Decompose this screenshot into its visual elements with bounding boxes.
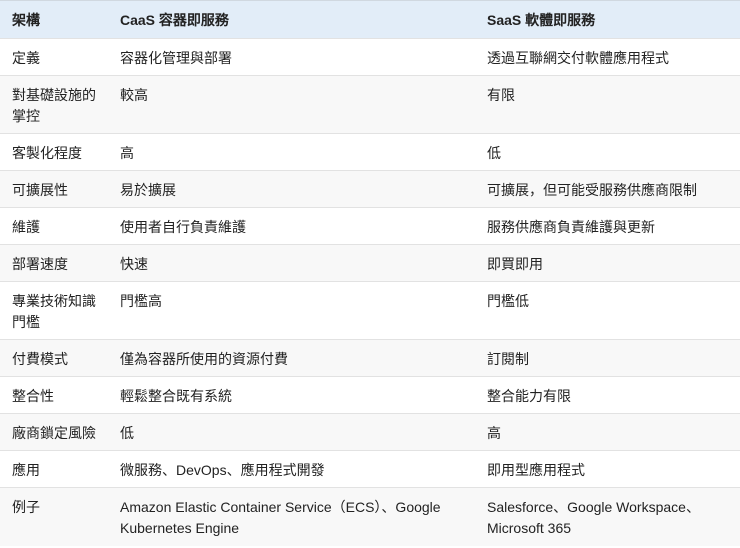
table-row: 例子 Amazon Elastic Container Service（ECS）、… — [0, 487, 740, 546]
table-cell: 低 — [475, 133, 740, 171]
table-cell: 整合性 — [0, 376, 108, 414]
table-row: 客製化程度高低 — [0, 133, 740, 171]
table-cell: Salesforce、Google Workspace、Microsoft 36… — [475, 487, 740, 546]
table-cell: 微服務、DevOps、應用程式開發 — [108, 450, 475, 488]
table-cell: 例子 — [0, 487, 108, 546]
table-cell: 定義 — [0, 38, 108, 76]
table-cell: 服務供應商負責維護與更新 — [475, 207, 740, 245]
table-cell: 門檻高 — [108, 281, 475, 340]
table-cell: 即買即用 — [475, 244, 740, 282]
table-row: 對基礎設施的掌控 較高 有限 — [0, 75, 740, 134]
table-cell: 易於擴展 — [108, 170, 475, 208]
table-row: 可擴展性 易於擴展 可擴展，但可能受服務供應商限制 — [0, 170, 740, 208]
header-cell: CaaS 容器即服務 — [108, 0, 475, 39]
header-row: 架構 CaaS 容器即服務 SaaS 軟體即服務 — [0, 0, 740, 39]
table-cell: 高 — [108, 133, 475, 171]
table-cell: 容器化管理與部署 — [108, 38, 475, 76]
header-cell: 架構 — [0, 0, 108, 39]
table-row: 專業技術知識門檻 門檻高 門檻低 — [0, 281, 740, 340]
table-cell: 使用者自行負責維護 — [108, 207, 475, 245]
table-cell: 應用 — [0, 450, 108, 488]
table-cell: 門檻低 — [475, 281, 740, 340]
table-cell: 付費模式 — [0, 339, 108, 377]
header-cell: SaaS 軟體即服務 — [475, 0, 740, 39]
table-cell: 部署速度 — [0, 244, 108, 282]
table-row: 定義 容器化管理與部署 透過互聯網交付軟體應用程式 — [0, 38, 740, 76]
table-row: 應用 微服務、DevOps、應用程式開發 即用型應用程式 — [0, 450, 740, 488]
table-cell: 低 — [108, 413, 475, 451]
table-cell: 整合能力有限 — [475, 376, 740, 414]
table-row: 整合性 輕鬆整合既有系統 整合能力有限 — [0, 376, 740, 414]
table-row: 維護 使用者自行負責維護 服務供應商負責維護與更新 — [0, 207, 740, 245]
table-cell: 透過互聯網交付軟體應用程式 — [475, 38, 740, 76]
table-cell: 快速 — [108, 244, 475, 282]
table-cell: 僅為容器所使用的資源付費 — [108, 339, 475, 377]
table-cell: 高 — [475, 413, 740, 451]
table-cell: 即用型應用程式 — [475, 450, 740, 488]
table-cell: 對基礎設施的掌控 — [0, 75, 108, 134]
table-cell: 客製化程度 — [0, 133, 108, 171]
table-cell: 維護 — [0, 207, 108, 245]
table-cell: Amazon Elastic Container Service（ECS）、Go… — [108, 487, 475, 546]
table-cell: 輕鬆整合既有系統 — [108, 376, 475, 414]
table-cell: 可擴展性 — [0, 170, 108, 208]
table-cell: 較高 — [108, 75, 475, 134]
table-row: 廠商鎖定風險低高 — [0, 413, 740, 451]
table-cell: 專業技術知識門檻 — [0, 281, 108, 340]
table-cell: 可擴展，但可能受服務供應商限制 — [475, 170, 740, 208]
table-cell: 廠商鎖定風險 — [0, 413, 108, 451]
table-cell: 訂閱制 — [475, 339, 740, 377]
table-cell: 有限 — [475, 75, 740, 134]
table-row: 付費模式 僅為容器所使用的資源付費 訂閱制 — [0, 339, 740, 377]
comparison-table: 架構 CaaS 容器即服務 SaaS 軟體即服務 定義 容器化管理與部署 透過互聯網… — [0, 0, 740, 546]
table-row: 部署速度 快速 即買即用 — [0, 244, 740, 282]
